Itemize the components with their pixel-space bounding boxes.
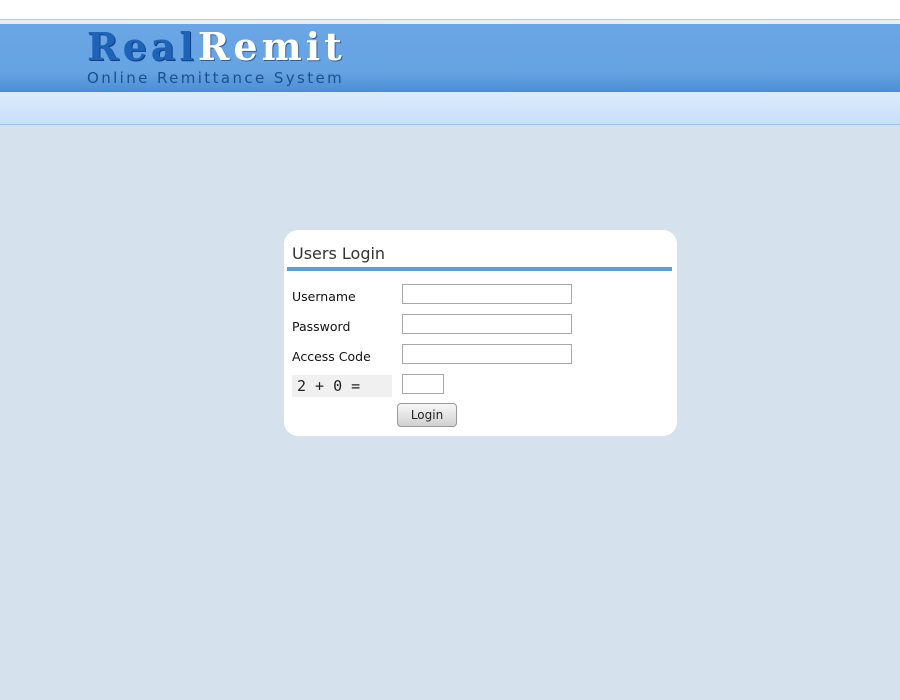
username-label: Username bbox=[292, 289, 356, 304]
logo-text-remit: Remit bbox=[197, 24, 346, 69]
login-button[interactable]: Login bbox=[397, 403, 457, 427]
logo-title: RealRemit bbox=[87, 26, 346, 68]
password-label: Password bbox=[292, 319, 351, 334]
header-banner: RealRemit Online Remittance System bbox=[0, 24, 900, 92]
nav-bar bbox=[0, 92, 900, 125]
access-code-label: Access Code bbox=[292, 349, 371, 364]
captcha-question: 2 + 0 = bbox=[292, 375, 392, 397]
username-field[interactable] bbox=[402, 284, 572, 304]
logo-text-real: Real bbox=[87, 24, 198, 69]
login-card: Users Login Username Password Access Cod… bbox=[284, 230, 677, 436]
title-divider bbox=[287, 267, 672, 271]
top-strip bbox=[0, 0, 900, 20]
access-code-field[interactable] bbox=[402, 344, 572, 364]
captcha-answer-field[interactable] bbox=[402, 374, 444, 394]
password-field[interactable] bbox=[402, 314, 572, 334]
logo: RealRemit Online Remittance System bbox=[87, 26, 346, 88]
logo-tagline: Online Remittance System bbox=[87, 69, 345, 87]
login-title: Users Login bbox=[292, 244, 386, 263]
